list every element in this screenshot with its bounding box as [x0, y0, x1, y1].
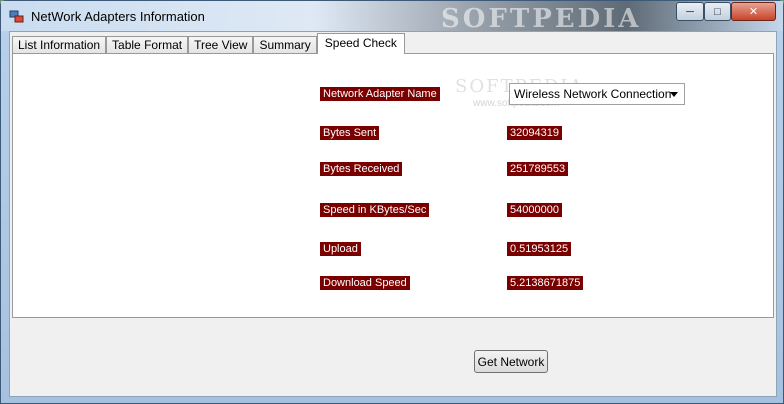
adapter-select[interactable]: Wireless Network Connection: [509, 83, 685, 105]
tab-summary[interactable]: Summary: [253, 36, 317, 54]
bytes-received-label: Bytes Received: [320, 162, 403, 176]
bytes-sent-label: Bytes Sent: [320, 126, 380, 140]
dropdown-arrow-icon: [670, 92, 678, 97]
download-speed-label: Download Speed: [320, 276, 410, 290]
adapter-name-label: Network Adapter Name: [320, 87, 440, 101]
get-network-button[interactable]: Get Network: [474, 350, 548, 373]
bytes-sent-value: 32094319: [507, 126, 562, 140]
upload-value: 0.51953125: [507, 242, 572, 256]
maximize-icon: □: [714, 5, 721, 18]
title-bar[interactable]: NetWork Adapters Information SOFTPEDIA ─…: [1, 1, 783, 34]
app-icon: [9, 10, 24, 23]
tab-speed-check[interactable]: Speed Check: [316, 33, 405, 54]
client-area: List Information Table Format Tree View …: [9, 31, 777, 397]
speed-check-panel: SOFTPEDIA www.softpedia.com Network Adap…: [12, 53, 774, 318]
upload-label: Upload: [320, 242, 361, 256]
bytes-received-value: 251789553: [507, 162, 569, 176]
main-window: NetWork Adapters Information SOFTPEDIA ─…: [0, 0, 784, 404]
speed-value: 54000000: [507, 203, 562, 217]
speed-label: Speed in KBytes/Sec: [320, 203, 430, 217]
close-button[interactable]: ✕: [731, 2, 776, 21]
maximize-button[interactable]: □: [704, 2, 731, 21]
minimize-button[interactable]: ─: [676, 2, 704, 21]
watermark-banner: SOFTPEDIA: [441, 4, 642, 34]
adapter-select-value: Wireless Network Connection: [514, 87, 672, 101]
tab-list-information[interactable]: List Information: [12, 36, 107, 54]
window-title: NetWork Adapters Information: [31, 9, 205, 24]
minimize-icon: ─: [686, 5, 694, 18]
tab-table-format[interactable]: Table Format: [106, 36, 189, 54]
tab-strip: List Information Table Format Tree View …: [12, 33, 405, 54]
tab-tree-view[interactable]: Tree View: [188, 36, 254, 54]
close-icon: ✕: [748, 6, 759, 18]
download-speed-value: 5.2138671875: [507, 276, 584, 290]
